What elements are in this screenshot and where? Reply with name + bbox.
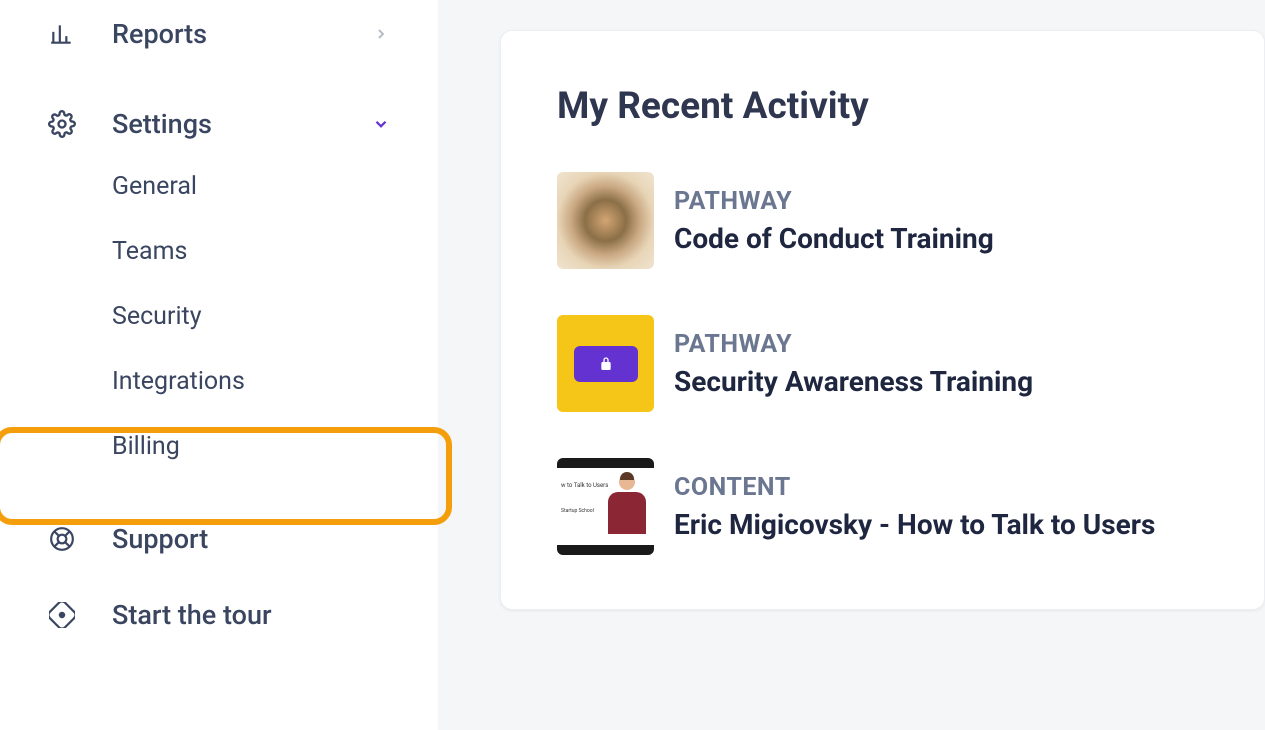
main-content: My Recent Activity PATHWAY Code of Condu… bbox=[438, 0, 1265, 730]
sidebar-sublabel-security: Security bbox=[112, 302, 202, 331]
sidebar-item-support[interactable]: Support bbox=[0, 509, 438, 569]
activity-type: CONTENT bbox=[674, 473, 1155, 502]
thumb-text: w to Talk to Users bbox=[561, 482, 608, 490]
sidebar-item-tour[interactable]: Start the tour bbox=[0, 585, 438, 645]
sidebar-item-billing[interactable]: Billing bbox=[0, 414, 438, 479]
activity-title: Code of Conduct Training bbox=[674, 222, 994, 255]
sidebar-sublabel-integrations: Integrations bbox=[112, 367, 245, 396]
sidebar-sublabel-billing: Billing bbox=[112, 432, 180, 461]
activity-meta: PATHWAY Security Awareness Training bbox=[674, 330, 1033, 398]
compass-icon bbox=[48, 601, 76, 629]
activity-meta: PATHWAY Code of Conduct Training bbox=[674, 187, 994, 255]
sidebar-sublabel-general: General bbox=[112, 172, 197, 201]
activity-item[interactable]: w to Talk to Users Startup School CONTEN… bbox=[557, 458, 1208, 555]
thumb-text: Startup School bbox=[561, 508, 608, 515]
activity-title: Eric Migicovsky - How to Talk to Users bbox=[674, 508, 1155, 541]
person-illustration bbox=[608, 474, 646, 536]
sidebar-label-reports: Reports bbox=[112, 18, 207, 50]
activity-meta: CONTENT Eric Migicovsky - How to Talk to… bbox=[674, 473, 1155, 541]
sidebar-item-reports[interactable]: Reports bbox=[0, 4, 438, 64]
sidebar: Reports Settings General Teams Security … bbox=[0, 0, 438, 730]
sidebar-item-teams[interactable]: Teams bbox=[0, 219, 438, 284]
card-title: My Recent Activity bbox=[557, 85, 1208, 128]
life-ring-icon bbox=[48, 525, 76, 553]
chevron-right-icon bbox=[372, 25, 390, 43]
sidebar-label-tour: Start the tour bbox=[112, 599, 272, 631]
sidebar-item-settings[interactable]: Settings bbox=[0, 94, 438, 154]
recent-activity-card: My Recent Activity PATHWAY Code of Condu… bbox=[500, 30, 1265, 610]
sidebar-label-settings: Settings bbox=[112, 108, 212, 140]
sidebar-sublabel-teams: Teams bbox=[112, 237, 187, 266]
activity-type: PATHWAY bbox=[674, 187, 994, 216]
activity-thumbnail bbox=[557, 172, 654, 269]
chevron-down-icon bbox=[372, 115, 390, 133]
activity-thumbnail bbox=[557, 315, 654, 412]
sidebar-item-general[interactable]: General bbox=[0, 154, 438, 219]
sidebar-label-support: Support bbox=[112, 523, 208, 555]
bar-chart-icon bbox=[48, 20, 76, 48]
activity-type: PATHWAY bbox=[674, 330, 1033, 359]
lock-icon bbox=[574, 346, 638, 382]
activity-title: Security Awareness Training bbox=[674, 365, 1033, 398]
sidebar-item-security[interactable]: Security bbox=[0, 284, 438, 349]
activity-item[interactable]: PATHWAY Code of Conduct Training bbox=[557, 172, 1208, 269]
sidebar-item-integrations[interactable]: Integrations bbox=[0, 349, 438, 414]
activity-thumbnail: w to Talk to Users Startup School bbox=[557, 458, 654, 555]
gear-icon bbox=[48, 110, 76, 138]
activity-item[interactable]: PATHWAY Security Awareness Training bbox=[557, 315, 1208, 412]
